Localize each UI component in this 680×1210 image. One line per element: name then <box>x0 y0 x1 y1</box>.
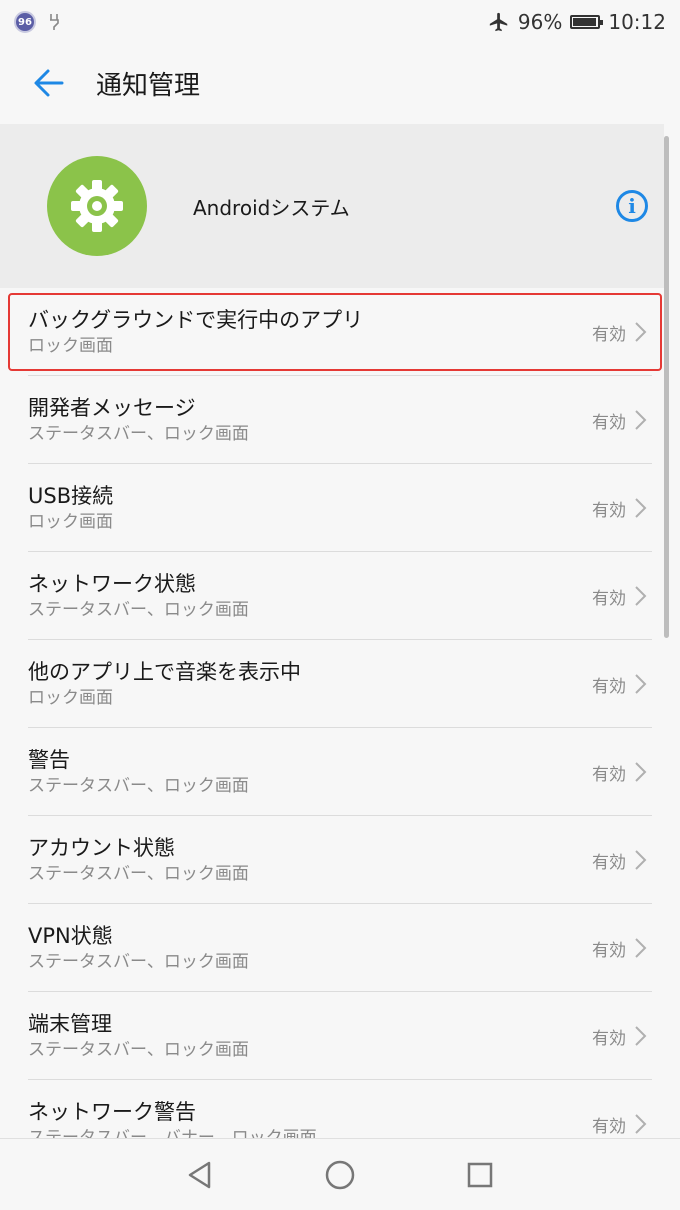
page-title: 通知管理 <box>96 70 201 101</box>
chevron-right-icon <box>635 322 647 342</box>
chevron-right-icon <box>635 850 647 870</box>
list-item-text: ネットワーク状態ステータスバー、ロック画面 <box>28 570 592 622</box>
chevron-right-icon <box>635 586 647 606</box>
list-item-title: 開発者メッセージ <box>28 396 196 420</box>
list-item-text: 警告ステータスバー、ロック画面 <box>28 746 592 798</box>
app-name: Androidシステム <box>193 195 350 220</box>
list-item-status: 有効 <box>592 764 626 785</box>
list-item[interactable]: USB接続 ロック画面 有効 <box>0 464 664 552</box>
clock: 10:12 <box>608 10 666 34</box>
list-item-text: 開発者メッセージステータスバー、ロック画面 <box>28 394 592 446</box>
list-item-subtitle: ステータスバー、ロック画面 <box>28 864 249 884</box>
list-item-subtitle: ロック画面 <box>28 336 113 356</box>
list-item-subtitle: ロック画面 <box>28 512 113 532</box>
chevron-right-icon <box>635 1114 647 1134</box>
list-item-status: 有効 <box>592 500 626 521</box>
list-item[interactable]: アカウント状態 ステータスバー、ロック画面 有効 <box>0 816 664 904</box>
list-item-subtitle: ステータスバー、ロック画面 <box>28 424 249 444</box>
nav-home-button[interactable] <box>320 1155 360 1195</box>
list-item-text: USB接続ロック画面 <box>28 482 592 534</box>
battery-percent: 96% <box>517 10 563 34</box>
list-item-status: 有効 <box>592 588 626 609</box>
list-item[interactable]: バックグラウンドで実行中のアプリ ロック画面 有効 <box>0 288 664 376</box>
list-item[interactable]: 開発者メッセージ ステータスバー、ロック画面 有効 <box>0 376 664 464</box>
list-item-status: 有効 <box>592 676 626 697</box>
list-item-title: 端末管理 <box>28 1012 112 1036</box>
chevron-right-icon <box>635 498 647 518</box>
list-item-status: 有効 <box>592 324 626 345</box>
gear-icon <box>71 180 123 232</box>
scrollbar[interactable] <box>664 136 669 638</box>
list-item-subtitle: ステータスバー、ロック画面 <box>28 776 249 796</box>
back-button[interactable] <box>26 60 72 106</box>
back-arrow-icon <box>34 69 64 97</box>
list-item-text: 他のアプリ上で音楽を表示中ロック画面 <box>28 658 592 710</box>
chevron-right-icon <box>635 1026 647 1046</box>
list-item-text: VPN状態ステータスバー、ロック画面 <box>28 922 592 974</box>
nav-back-icon <box>188 1161 211 1188</box>
chevron-right-icon <box>635 938 647 958</box>
app-bar: 通知管理 <box>0 44 680 122</box>
list-item-status: 有効 <box>592 852 626 873</box>
list-item-text: 端末管理ステータスバー、ロック画面 <box>28 1010 592 1062</box>
status-bar: 96 96% 10:12 <box>0 0 680 44</box>
list-item-title: ネットワーク状態 <box>28 572 196 596</box>
list-item-text: アカウント状態ステータスバー、ロック画面 <box>28 834 592 886</box>
list-item-text: バックグラウンドで実行中のアプリロック画面 <box>28 306 592 358</box>
airplane-icon <box>489 12 508 32</box>
nav-home-icon <box>325 1160 355 1189</box>
chevron-right-icon <box>635 674 647 694</box>
list-item-status: 有効 <box>592 940 626 961</box>
list-item-title: 警告 <box>28 748 70 772</box>
list-item-subtitle: ロック画面 <box>28 688 113 708</box>
nav-recents-button[interactable] <box>460 1155 500 1195</box>
list-item-subtitle: ステータスバー、ロック画面 <box>28 600 249 620</box>
nav-recents-icon <box>467 1162 493 1187</box>
list-item[interactable]: 警告 ステータスバー、ロック画面 有効 <box>0 728 664 816</box>
list-item-title: 他のアプリ上で音楽を表示中 <box>28 660 301 684</box>
battery-level <box>573 18 597 26</box>
chevron-right-icon <box>635 410 647 430</box>
list-item-title: バックグラウンドで実行中のアプリ <box>28 308 364 332</box>
battery-icon <box>570 15 604 29</box>
app-header: Androidシステム i <box>0 124 664 288</box>
navigation-bar <box>0 1138 680 1210</box>
list-item[interactable]: 端末管理 ステータスバー、ロック画面 有効 <box>0 992 664 1080</box>
list-item-status: 有効 <box>592 1028 626 1049</box>
chevron-right-icon <box>635 762 647 782</box>
list-item-subtitle: ステータスバー、ロック画面 <box>28 1040 249 1060</box>
list-item-status: 有効 <box>592 1116 626 1137</box>
list-item[interactable]: 他のアプリ上で音楽を表示中 ロック画面 有効 <box>0 640 664 728</box>
app-icon <box>47 156 147 256</box>
list-item[interactable]: ネットワーク状態 ステータスバー、ロック画面 有効 <box>0 552 664 640</box>
notification-badge: 96 <box>14 11 36 33</box>
list-item-subtitle: ステータスバー、ロック画面 <box>28 952 249 972</box>
list-item-title: アカウント状態 <box>28 836 175 860</box>
notification-category-list: バックグラウンドで実行中のアプリ ロック画面 有効 開発者メッセージ ステータスバー、ロ… <box>0 288 664 1168</box>
list-item-title: VPN状態 <box>28 924 113 948</box>
nav-back-button[interactable] <box>180 1155 220 1195</box>
list-item-status: 有効 <box>592 412 626 433</box>
info-icon[interactable]: i <box>616 190 648 222</box>
list-item-title: USB接続 <box>28 484 114 508</box>
list-item[interactable]: VPN状態 ステータスバー、ロック画面 有効 <box>0 904 664 992</box>
list-item-title: ネットワーク警告 <box>28 1100 196 1124</box>
usb-debug-icon <box>50 14 59 30</box>
